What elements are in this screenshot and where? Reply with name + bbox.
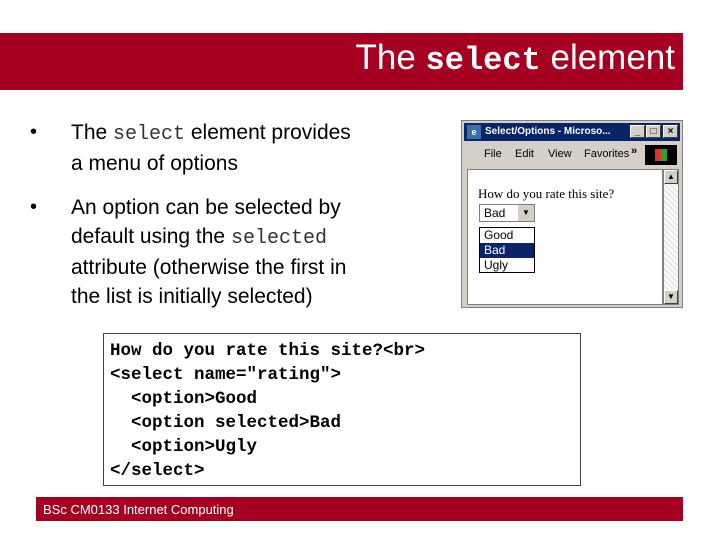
bullet-1: • The select element provides a menu of …: [30, 118, 351, 178]
bullet-text: The: [71, 121, 114, 144]
code-line: How do you rate this site?<br>: [110, 341, 426, 361]
browser-menubar: File Edit View Favorites »: [464, 144, 680, 166]
browser-title: Select/Options - Microso...: [485, 126, 611, 137]
vertical-scrollbar[interactable]: ▲ ▼: [663, 169, 679, 305]
title-prefix: The: [355, 38, 426, 77]
menu-favorites[interactable]: Favorites: [584, 148, 629, 160]
bullet-dot: •: [30, 121, 38, 143]
rating-prompt: How do you rate this site?: [478, 186, 615, 201]
bullet-text: An option can be selected by: [71, 196, 341, 219]
browser-titlebar: e Select/Options - Microso... _ □ ×: [464, 123, 680, 141]
bullet-code: selected: [230, 227, 327, 250]
code-line: </select>: [110, 461, 205, 481]
menu-edit[interactable]: Edit: [515, 148, 534, 160]
bullet-code: select: [113, 123, 186, 146]
dropdown-arrow-icon[interactable]: ▼: [518, 205, 534, 221]
browser-window-screenshot: e Select/Options - Microso... _ □ × File…: [461, 120, 683, 308]
option-ugly[interactable]: Ugly: [480, 258, 534, 273]
code-example: How do you rate this site?<br> <select na…: [110, 339, 425, 483]
maximize-button[interactable]: □: [646, 125, 661, 138]
bullet-text: a menu of options: [71, 152, 238, 175]
menu-file[interactable]: File: [484, 148, 502, 160]
rating-select-value: Bad: [484, 206, 506, 220]
browser-content: How do you rate this site? Bad ▼ Good Ba…: [467, 169, 663, 305]
bullet-text: default using the: [71, 225, 231, 248]
footer-text: BSc CM0133 Internet Computing: [43, 502, 234, 517]
close-button[interactable]: ×: [663, 125, 678, 138]
slide-title: The select element: [355, 38, 675, 79]
code-line: <option>Good: [110, 389, 258, 409]
scroll-up-icon[interactable]: ▲: [664, 170, 678, 184]
bullet-text: element provides: [185, 121, 351, 144]
bullet-text: the list is initially selected): [71, 285, 313, 308]
code-example-box: How do you rate this site?<br> <select na…: [103, 333, 581, 486]
scroll-down-icon[interactable]: ▼: [664, 290, 678, 304]
menu-overflow-chevron-icon[interactable]: »: [631, 145, 637, 157]
rating-options-list: Good Bad Ugly: [479, 227, 535, 273]
code-line: <option>Ugly: [110, 437, 258, 457]
bullet-2: • An option can be selected by default u…: [30, 193, 346, 311]
bullet-2-text: An option can be selected by default usi…: [42, 193, 346, 311]
rating-select[interactable]: Bad ▼: [479, 204, 535, 222]
title-code: select: [425, 42, 541, 79]
windows-logo-icon: [645, 145, 677, 165]
title-suffix: element: [540, 38, 675, 77]
slide-title-bar: The select element: [0, 33, 683, 90]
option-good[interactable]: Good: [480, 228, 534, 243]
code-line: <option selected>Bad: [110, 413, 342, 433]
bullet-text: attribute (otherwise the first in: [71, 256, 347, 279]
bullet-dot: •: [30, 196, 38, 218]
minimize-button[interactable]: _: [630, 125, 645, 138]
code-line: <select name="rating">: [110, 365, 342, 385]
menu-view[interactable]: View: [548, 148, 572, 160]
browser-app-icon: e: [467, 125, 481, 139]
slide-footer: BSc CM0133 Internet Computing: [36, 497, 683, 521]
bullet-1-text: The select element provides a menu of op…: [42, 118, 351, 178]
option-bad[interactable]: Bad: [480, 243, 534, 258]
